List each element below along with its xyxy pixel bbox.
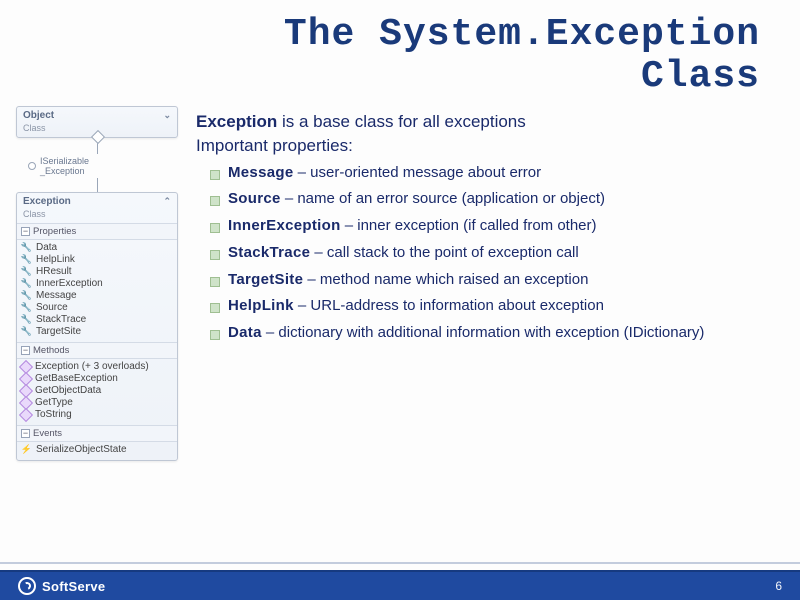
lightning-icon: ⚡ xyxy=(21,444,32,455)
property-name: Source xyxy=(36,302,68,313)
bullet-item: Source – name of an error source (applic… xyxy=(210,190,770,209)
property-item: 🔧 HResult xyxy=(21,266,173,278)
method-name: GetObjectData xyxy=(35,385,101,396)
wrench-icon: 🔧 xyxy=(21,326,32,337)
footer-bar: SoftServe 6 xyxy=(0,570,800,600)
bullet-item: HelpLink – URL-address to information ab… xyxy=(210,297,770,316)
chevron-up-icon: ⌃ xyxy=(163,196,171,207)
event-name: SerializeObjectState xyxy=(36,444,127,455)
brand: SoftServe xyxy=(18,577,105,595)
bullet-name: TargetSite xyxy=(228,271,303,288)
properties-label: Properties xyxy=(33,226,76,237)
method-icon xyxy=(19,408,33,422)
bullet-name: Message xyxy=(228,164,293,181)
method-item: ToString xyxy=(21,409,173,421)
bullet-item: StackTrace – call stack to the point of … xyxy=(210,244,770,263)
interface-lollipop: ISerializable _Exception xyxy=(16,154,178,178)
brand-name: SoftServe xyxy=(42,579,105,594)
subhead: Important properties: xyxy=(196,136,770,156)
method-item: Exception (+ 3 overloads) xyxy=(21,361,173,373)
exception-class-box: Exception ⌃ Class − Properties 🔧 Data 🔧 Hel… xyxy=(16,192,178,461)
slide-body: Exception is a base class for all except… xyxy=(178,106,800,463)
bullet-name: InnerException xyxy=(228,217,341,234)
lead-bold: Exception xyxy=(196,112,277,131)
property-name: HelpLink xyxy=(36,254,75,265)
class-diagram: Object ⌄ Class ISerializable _Exception … xyxy=(16,106,178,463)
property-name: StackTrace xyxy=(36,314,86,325)
wrench-icon: 🔧 xyxy=(21,290,32,301)
wrench-icon: 🔧 xyxy=(21,302,32,313)
property-item: 🔧 StackTrace xyxy=(21,314,173,326)
title-line-1: The System.Exception xyxy=(284,13,760,56)
title-line-2: Class xyxy=(641,55,760,98)
wrench-icon: 🔧 xyxy=(21,266,32,277)
property-item: 🔧 HelpLink xyxy=(21,254,173,266)
connector xyxy=(97,178,98,192)
bullet-desc: – URL-address to information about excep… xyxy=(294,297,604,314)
method-name: GetBaseException xyxy=(35,373,118,384)
interface-backing: _Exception xyxy=(40,166,85,176)
property-item: 🔧 Source xyxy=(21,302,173,314)
bullet-item: Message – user-oriented message about er… xyxy=(210,164,770,183)
collapse-icon: − xyxy=(21,227,30,236)
property-name: HResult xyxy=(36,266,72,277)
interface-name: ISerializable xyxy=(40,156,89,166)
bullet-item: Data – dictionary with additional inform… xyxy=(210,324,770,343)
bullet-desc: – dictionary with additional information… xyxy=(262,324,705,341)
wrench-icon: 🔧 xyxy=(21,254,32,265)
property-item: 🔧 Data xyxy=(21,242,173,254)
method-name: Exception (+ 3 overloads) xyxy=(35,361,149,372)
bullet-name: HelpLink xyxy=(228,297,294,314)
object-class-name: Object xyxy=(23,110,54,121)
exception-class-name: Exception xyxy=(23,196,71,207)
bullet-name: StackTrace xyxy=(228,244,310,261)
bullet-name: Source xyxy=(228,190,281,207)
page-number: 6 xyxy=(775,579,782,593)
events-label: Events xyxy=(33,428,62,439)
properties-header: − Properties xyxy=(17,223,177,240)
method-item: GetType xyxy=(21,397,173,409)
wrench-icon: 🔧 xyxy=(21,242,32,253)
method-item: GetObjectData xyxy=(21,385,173,397)
bullet-desc: – inner exception (if called from other) xyxy=(341,217,597,234)
property-name: Data xyxy=(36,242,57,253)
methods-label: Methods xyxy=(33,345,69,356)
inheritance-connector xyxy=(97,140,98,154)
lead-sentence: Exception is a base class for all except… xyxy=(196,112,770,132)
methods-header: − Methods xyxy=(17,342,177,359)
bullet-item: InnerException – inner exception (if cal… xyxy=(210,217,770,236)
collapse-icon: − xyxy=(21,429,30,438)
property-name: Message xyxy=(36,290,77,301)
property-name: InnerException xyxy=(36,278,103,289)
lead-rest: is a base class for all exceptions xyxy=(277,112,526,131)
exception-stereotype: Class xyxy=(17,209,177,223)
property-name: TargetSite xyxy=(36,326,81,337)
bullet-desc: – call stack to the point of exception c… xyxy=(310,244,578,261)
method-name: ToString xyxy=(35,409,72,420)
bullet-name: Data xyxy=(228,324,262,341)
chevron-down-icon: ⌄ xyxy=(163,110,171,121)
bullet-desc: – user-oriented message about error xyxy=(293,164,541,181)
interface-icon xyxy=(28,162,36,170)
events-header: − Events xyxy=(17,425,177,442)
wrench-icon: 🔧 xyxy=(21,314,32,325)
bullet-item: TargetSite – method name which raised an… xyxy=(210,271,770,290)
method-item: GetBaseException xyxy=(21,373,173,385)
method-name: GetType xyxy=(35,397,73,408)
bullet-desc: – name of an error source (application o… xyxy=(281,190,605,207)
wrench-icon: 🔧 xyxy=(21,278,32,289)
brand-logo-icon xyxy=(18,577,36,595)
collapse-icon: − xyxy=(21,346,30,355)
slide-title: The System.Exception Class xyxy=(0,0,800,98)
property-item: 🔧 InnerException xyxy=(21,278,173,290)
property-item: 🔧 TargetSite xyxy=(21,326,173,338)
event-item: ⚡ SerializeObjectState xyxy=(21,444,173,456)
property-item: 🔧 Message xyxy=(21,290,173,302)
bullet-desc: – method name which raised an exception xyxy=(303,271,588,288)
